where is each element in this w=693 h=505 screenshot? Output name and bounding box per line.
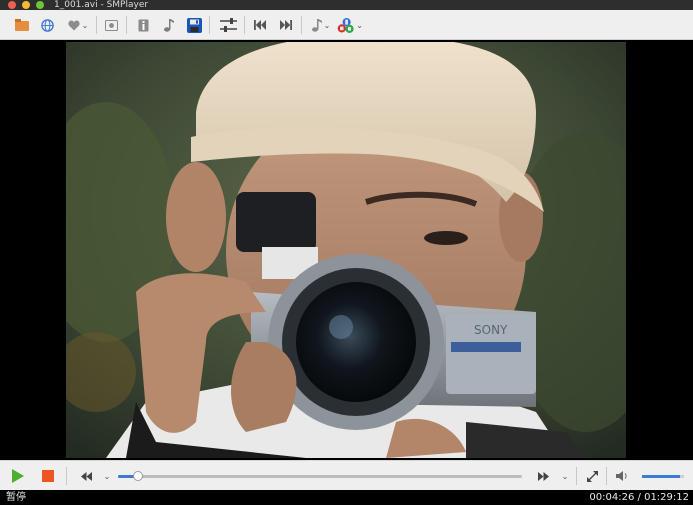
screenshot-icon <box>104 19 118 31</box>
previous-button[interactable] <box>250 15 270 35</box>
save-icon <box>186 17 202 33</box>
save-button[interactable] <box>184 15 204 35</box>
subtitles-icon <box>337 17 354 33</box>
subtitles-button[interactable]: ⌄ <box>337 15 363 35</box>
chevron-down-icon: ⌄ <box>561 471 569 481</box>
toolbar-separator <box>96 16 97 34</box>
svg-text:SONY: SONY <box>474 323 508 337</box>
chevron-down-icon: ⌄ <box>323 20 331 30</box>
open-folder-icon <box>15 19 29 31</box>
fullscreen-icon <box>586 470 598 482</box>
video-frame-image: SONY <box>66 42 626 458</box>
next-button[interactable] <box>276 15 296 35</box>
video-frame: SONY <box>66 42 626 458</box>
toolbar-separator <box>209 16 210 34</box>
chevron-down-icon: ⌄ <box>81 20 89 30</box>
screenshot-button[interactable] <box>101 15 121 35</box>
volume-slider[interactable] <box>642 475 684 478</box>
favorites-button[interactable]: ⌄ <box>64 15 92 35</box>
rewind-button[interactable] <box>78 467 94 485</box>
video-area[interactable]: SONY <box>0 40 693 460</box>
open-url-button[interactable] <box>37 15 57 35</box>
info-button[interactable] <box>133 15 153 35</box>
forward-icon <box>537 471 549 481</box>
toolbar-separator <box>126 16 127 34</box>
forward-menu-button[interactable]: ⌄ <box>558 467 570 485</box>
play-icon <box>12 469 24 483</box>
maximize-window-button[interactable] <box>36 1 44 9</box>
next-icon <box>280 20 292 30</box>
fullscreen-button[interactable] <box>583 467 601 485</box>
rewind-icon <box>80 471 92 481</box>
close-window-button[interactable] <box>8 1 16 9</box>
audio-menu-icon <box>311 18 322 32</box>
control-bar: ⌄ ⌄ <box>0 460 693 490</box>
status-bar: 暂停 00:04:26 / 01:29:12 <box>0 490 693 505</box>
time-display: 00:04:26 / 01:29:12 <box>589 490 689 505</box>
previous-icon <box>254 20 266 30</box>
time-separator: / <box>634 492 645 503</box>
title-bar: 1_001.avi - SMPlayer <box>0 0 693 10</box>
preferences-button[interactable] <box>216 15 240 35</box>
minimize-window-button[interactable] <box>22 1 30 9</box>
web-icon <box>40 18 54 32</box>
favorites-icon <box>68 20 80 30</box>
window-title: 1_001.avi - SMPlayer <box>54 0 149 10</box>
seek-bar-handle[interactable] <box>133 471 144 481</box>
seek-bar[interactable] <box>118 471 522 481</box>
info-icon <box>138 19 148 31</box>
mute-button[interactable] <box>613 467 631 485</box>
controls-separator <box>576 467 577 485</box>
volume-icon <box>616 471 627 481</box>
controls-separator <box>66 467 67 485</box>
toolbar-separator <box>301 16 302 34</box>
play-button[interactable] <box>9 467 27 485</box>
stop-icon <box>42 470 54 482</box>
audio-track-icon <box>164 18 174 32</box>
forward-button[interactable] <box>535 467 551 485</box>
audio-menu-button[interactable]: ⌄ <box>308 15 334 35</box>
chevron-down-icon: ⌄ <box>356 20 363 30</box>
chevron-down-icon: ⌄ <box>103 471 111 481</box>
main-toolbar: ⌄ ⌄ ⌄ <box>0 10 693 40</box>
audio-track-button[interactable] <box>159 15 179 35</box>
stop-button[interactable] <box>39 467 57 485</box>
playback-state: 暂停 <box>6 492 26 503</box>
open-button[interactable] <box>12 15 32 35</box>
current-time: 00:04:26 <box>589 492 635 503</box>
toolbar-separator <box>244 16 245 34</box>
rewind-menu-button[interactable]: ⌄ <box>100 467 112 485</box>
volume-slider-level <box>642 475 680 478</box>
total-time: 01:29:12 <box>644 492 689 503</box>
controls-separator <box>606 467 607 485</box>
preferences-icon <box>219 18 237 32</box>
